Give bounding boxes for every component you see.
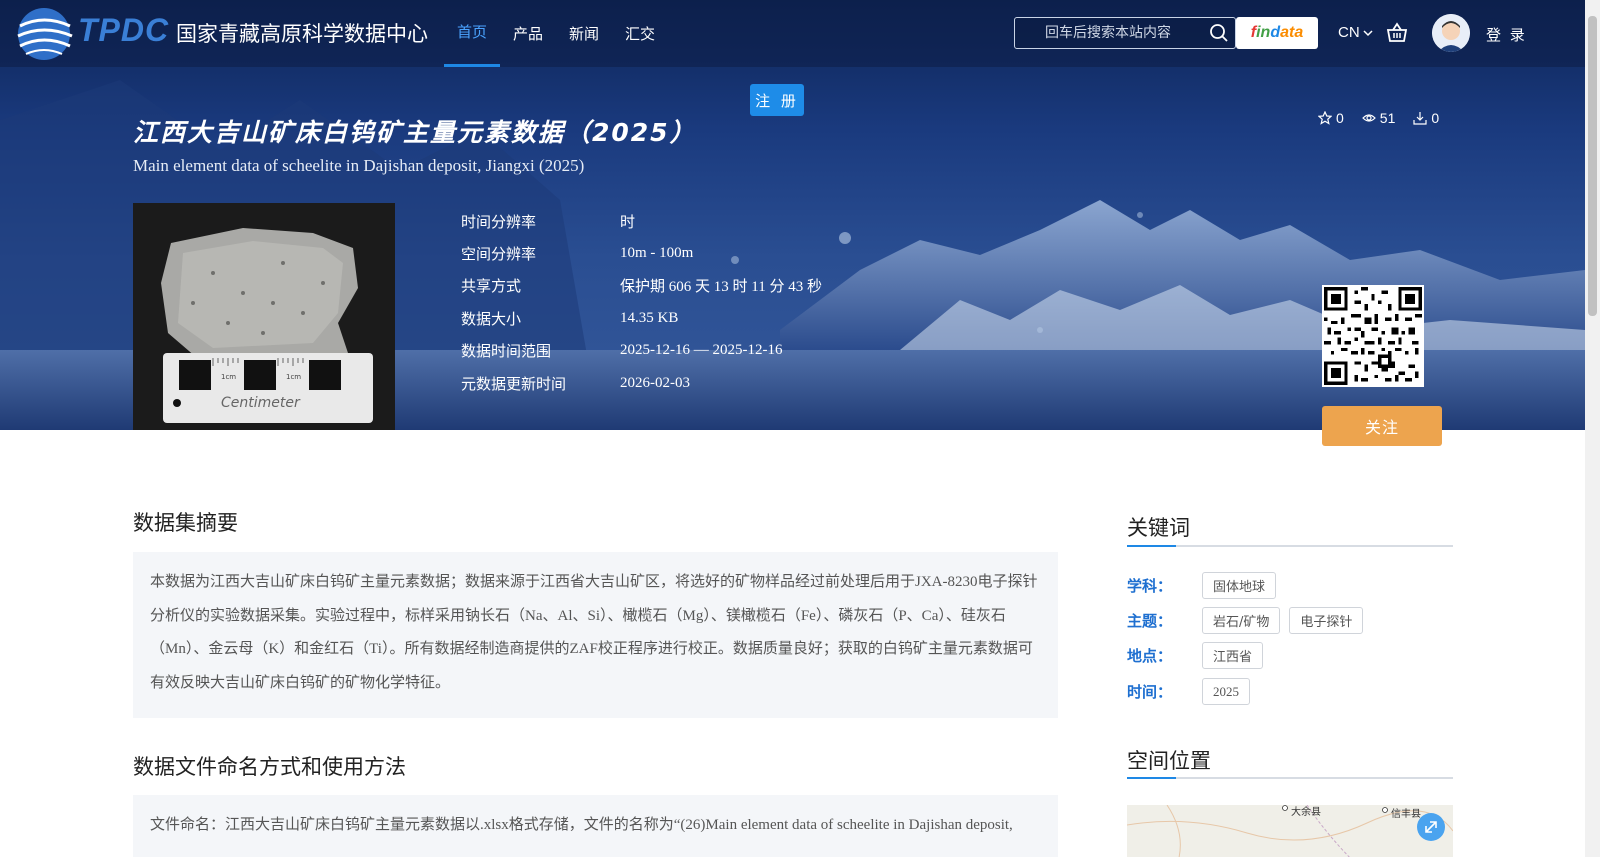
meta-label-time-range: 数据时间范围 bbox=[461, 342, 552, 361]
nav-item-news[interactable]: 新闻 bbox=[556, 0, 612, 67]
meta-label-time-resolution: 时间分辨率 bbox=[461, 212, 537, 231]
keyword-tag[interactable]: 固体地球 bbox=[1202, 572, 1277, 599]
scrollbar-thumb[interactable] bbox=[1588, 16, 1597, 316]
login-link[interactable]: 登 录 bbox=[1486, 24, 1527, 45]
meta-row: 时间分辨率 时 bbox=[461, 205, 822, 237]
meta-value-time-range: 2025-12-16 — 2025-12-16 bbox=[620, 342, 783, 359]
keywords-divider-accent bbox=[1127, 545, 1176, 547]
file-naming-heading: 数据文件命名方式和使用方法 bbox=[133, 755, 406, 779]
keyword-row-time: 时间： 2025 bbox=[1127, 678, 1250, 705]
keyword-row-place: 地点： 江西省 bbox=[1127, 642, 1264, 669]
file-naming-box: 文件命名：江西大吉山矿床白钨矿主量元素数据以.xlsx格式存储，文件的名称为“(… bbox=[133, 795, 1058, 857]
keyword-tag[interactable]: 电子探针 bbox=[1289, 607, 1364, 634]
location-map[interactable]: 大余县 信丰县 bbox=[1127, 805, 1453, 857]
eye-icon bbox=[1361, 114, 1376, 122]
meta-value-time-resolution: 时 bbox=[620, 214, 636, 231]
location-divider-accent bbox=[1127, 777, 1176, 779]
basket-icon[interactable] bbox=[1386, 22, 1408, 44]
register-button[interactable]: 注 册 bbox=[750, 84, 804, 116]
meta-row: 数据时间范围 2025-12-16 — 2025-12-16 bbox=[461, 335, 822, 367]
keyword-label: 学科： bbox=[1127, 577, 1173, 595]
ruler-tick-label-2: 1cm bbox=[286, 373, 301, 381]
user-avatar[interactable] bbox=[1432, 14, 1470, 52]
dataset-stats: 0 51 0 bbox=[1318, 110, 1439, 126]
star-icon bbox=[1318, 111, 1332, 125]
nav-item-submit[interactable]: 汇交 bbox=[612, 0, 668, 67]
globe-logo-icon[interactable] bbox=[14, 4, 76, 64]
meta-value-spatial-resolution: 10m - 100m bbox=[620, 245, 694, 262]
ruler-caption: Centimeter bbox=[221, 395, 301, 411]
dataset-thumbnail: 1cm 1cm Centimeter bbox=[133, 203, 395, 430]
keyword-label: 主题： bbox=[1127, 612, 1173, 630]
view-count: 51 bbox=[1361, 110, 1396, 126]
vertical-scrollbar[interactable] bbox=[1585, 0, 1600, 857]
findata-logo-in: in bbox=[1256, 24, 1271, 41]
download-count: 0 bbox=[1413, 110, 1439, 126]
star-count-value: 0 bbox=[1336, 110, 1344, 126]
abstract-text: 本数据为江西大吉山矿床白钨矿主量元素数据；数据来源于江西省大吉山矿区，将选好的矿… bbox=[150, 574, 1038, 691]
nav-item-home[interactable]: 首页 bbox=[444, 0, 501, 67]
meta-row: 空间分辨率 10m - 100m bbox=[461, 237, 822, 269]
search-icon[interactable] bbox=[1209, 23, 1229, 43]
keyword-tags: 固体地球 bbox=[1202, 572, 1277, 599]
view-count-value: 51 bbox=[1379, 110, 1396, 126]
findata-logo-d: d bbox=[1270, 24, 1281, 41]
keyword-tags: 江西省 bbox=[1202, 642, 1264, 669]
logo-tpdc[interactable]: TPDC bbox=[78, 12, 169, 49]
keyword-tag[interactable]: 江西省 bbox=[1202, 642, 1264, 669]
qr-code bbox=[1322, 285, 1424, 387]
follow-button[interactable]: 关注 bbox=[1322, 406, 1442, 446]
meta-row: 元数据更新时间 2026-02-03 bbox=[461, 367, 822, 399]
expand-icon bbox=[1425, 821, 1437, 833]
search-input[interactable] bbox=[1015, 18, 1205, 48]
keyword-label: 时间： bbox=[1127, 683, 1173, 701]
meta-label-sharing-mode: 共享方式 bbox=[461, 277, 522, 296]
meta-row: 共享方式 保护期 606 天 13 时 11 分 43 秒 bbox=[461, 270, 822, 302]
meta-row: 数据大小 14.35 KB bbox=[461, 302, 822, 334]
language-switcher[interactable]: CN bbox=[1338, 24, 1374, 41]
ruler-tick-label-1: 1cm bbox=[221, 373, 236, 381]
keyword-tags: 2025 bbox=[1202, 678, 1250, 705]
top-navbar: TPDC 国家青藏高原科学数据中心 首页 产品 新闻 汇交 findata CN bbox=[0, 0, 1585, 67]
abstract-heading: 数据集摘要 bbox=[133, 511, 238, 535]
location-divider bbox=[1127, 777, 1453, 779]
download-count-value: 0 bbox=[1431, 110, 1440, 126]
dataset-title-en: Main element data of scheelite in Dajish… bbox=[133, 156, 585, 175]
dataset-title-cn: 江西大吉山矿床白钨矿主量元素数据（2025） bbox=[133, 118, 697, 147]
map-expand-button[interactable] bbox=[1417, 813, 1445, 841]
keyword-row-theme: 主题： 岩石/矿物 电子探针 bbox=[1127, 607, 1364, 634]
keyword-label: 地点： bbox=[1127, 647, 1173, 665]
meta-label-spatial-resolution: 空间分辨率 bbox=[461, 245, 537, 264]
main-nav: 首页 产品 新闻 汇交 bbox=[444, 0, 668, 67]
rock-sample-image: 1cm 1cm Centimeter bbox=[133, 203, 395, 430]
abstract-box: 本数据为江西大吉山矿床白钨矿主量元素数据；数据来源于江西省大吉山矿区，将选好的矿… bbox=[133, 552, 1058, 718]
dataset-metadata: 时间分辨率 时 空间分辨率 10m - 100m 共享方式 保护期 606 天 … bbox=[461, 205, 822, 399]
meta-value-sharing-mode: 保护期 606 天 13 时 11 分 43 秒 bbox=[620, 279, 822, 296]
location-heading: 空间位置 bbox=[1127, 749, 1211, 773]
keywords-divider bbox=[1127, 545, 1453, 547]
site-name[interactable]: 国家青藏高原科学数据中心 bbox=[176, 18, 428, 48]
meta-label-data-size: 数据大小 bbox=[461, 309, 522, 328]
chevron-down-icon bbox=[1363, 29, 1373, 36]
qr-code-icon bbox=[1324, 287, 1422, 385]
meta-value-updated: 2026-02-03 bbox=[620, 374, 690, 391]
findata-logo-ata: ata bbox=[1280, 24, 1304, 41]
nav-item-products[interactable]: 产品 bbox=[500, 0, 556, 67]
keyword-row-discipline: 学科： 固体地球 bbox=[1127, 572, 1277, 599]
meta-value-data-size: 14.35 KB bbox=[620, 309, 679, 326]
keyword-tag[interactable]: 2025 bbox=[1202, 678, 1250, 705]
language-label: CN bbox=[1338, 24, 1360, 41]
page: TPDC 国家青藏高原科学数据中心 首页 产品 新闻 汇交 findata CN bbox=[0, 0, 1600, 857]
keyword-tag[interactable]: 岩石/矿物 bbox=[1202, 607, 1281, 634]
keyword-tags: 岩石/矿物 电子探针 bbox=[1202, 607, 1364, 634]
file-naming-text: 文件命名：江西大吉山矿床白钨矿主量元素数据以.xlsx格式存储，文件的名称为“(… bbox=[150, 817, 1013, 833]
keywords-heading: 关键词 bbox=[1127, 516, 1190, 540]
user-avatar-icon bbox=[1432, 14, 1470, 52]
meta-label-updated: 元数据更新时间 bbox=[461, 374, 567, 393]
findata-button[interactable]: f in d ata bbox=[1236, 17, 1318, 49]
search-box bbox=[1014, 17, 1236, 49]
map-label-dayu: 大余县 bbox=[1291, 807, 1321, 818]
star-count[interactable]: 0 bbox=[1318, 110, 1344, 126]
download-icon bbox=[1413, 112, 1427, 125]
